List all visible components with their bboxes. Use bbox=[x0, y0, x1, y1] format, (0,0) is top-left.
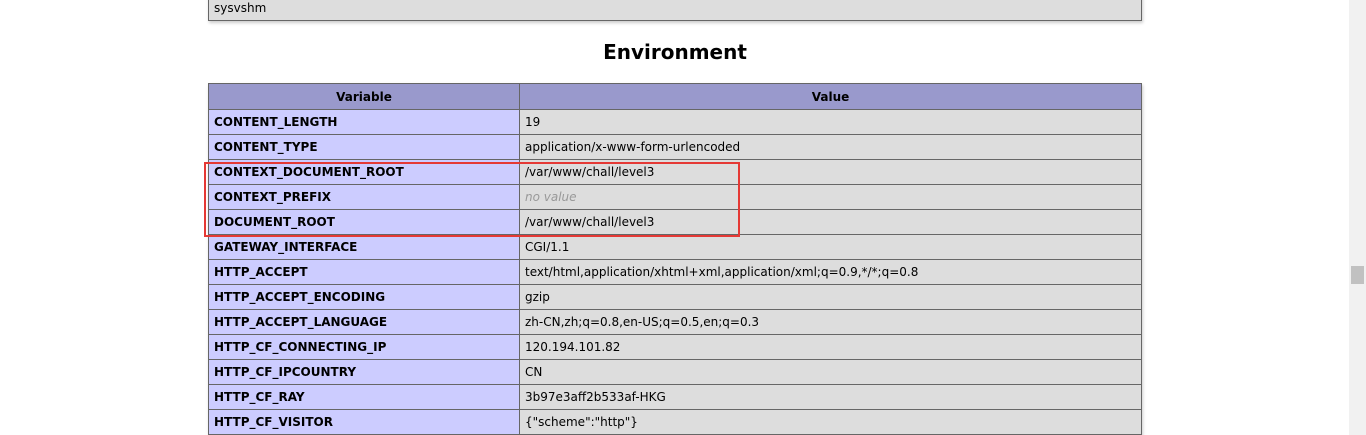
column-header-variable: Variable bbox=[208, 83, 520, 110]
table-row: CONTENT_TYPE application/x-www-form-urle… bbox=[208, 134, 1142, 160]
variable-name: HTTP_ACCEPT_LANGUAGE bbox=[208, 309, 520, 335]
variable-value: 19 bbox=[519, 109, 1142, 135]
section-title: Environment bbox=[603, 40, 747, 64]
table-row: DOCUMENT_ROOT /var/www/chall/level3 bbox=[208, 209, 1142, 235]
table-header-row: Variable Value bbox=[208, 83, 1142, 110]
variable-name: CONTEXT_PREFIX bbox=[208, 184, 520, 210]
table-row: CONTENT_LENGTH 19 bbox=[208, 109, 1142, 135]
table-row: HTTP_ACCEPT_LANGUAGE zh-CN,zh;q=0.8,en-U… bbox=[208, 309, 1142, 335]
variable-name: HTTP_CF_VISITOR bbox=[208, 409, 520, 435]
variable-value: CN bbox=[519, 359, 1142, 385]
variable-name: CONTENT_LENGTH bbox=[208, 109, 520, 135]
phpinfo-page: sysvshm Environment Variable Value CONTE… bbox=[0, 0, 1366, 435]
environment-table: Variable Value CONTENT_LENGTH 19 CONTENT… bbox=[208, 83, 1142, 435]
vertical-scrollbar[interactable] bbox=[1349, 0, 1366, 435]
variable-value: CGI/1.1 bbox=[519, 234, 1142, 260]
table-row: HTTP_ACCEPT text/html,application/xhtml+… bbox=[208, 259, 1142, 285]
scrollbar-thumb[interactable] bbox=[1351, 266, 1364, 284]
table-row: CONTEXT_DOCUMENT_ROOT /var/www/chall/lev… bbox=[208, 159, 1142, 185]
table-row: CONTEXT_PREFIX no value bbox=[208, 184, 1142, 210]
table-row: HTTP_CF_VISITOR {"scheme":"http"} bbox=[208, 409, 1142, 435]
variable-name: HTTP_CF_CONNECTING_IP bbox=[208, 334, 520, 360]
variable-value: /var/www/chall/level3 bbox=[519, 209, 1142, 235]
table-row: GATEWAY_INTERFACE CGI/1.1 bbox=[208, 234, 1142, 260]
variable-value: /var/www/chall/level3 bbox=[519, 159, 1142, 185]
variable-value: no value bbox=[519, 184, 1142, 210]
variable-value: 120.194.101.82 bbox=[519, 334, 1142, 360]
variable-value: {"scheme":"http"} bbox=[519, 409, 1142, 435]
variable-name: HTTP_CF_IPCOUNTRY bbox=[208, 359, 520, 385]
variable-value: 3b97e3aff2b533af-HKG bbox=[519, 384, 1142, 410]
column-header-value: Value bbox=[519, 83, 1142, 110]
variable-name: HTTP_CF_RAY bbox=[208, 384, 520, 410]
table-row: HTTP_CF_IPCOUNTRY CN bbox=[208, 359, 1142, 385]
variable-name: CONTENT_TYPE bbox=[208, 134, 520, 160]
variable-name: GATEWAY_INTERFACE bbox=[208, 234, 520, 260]
variable-value: gzip bbox=[519, 284, 1142, 310]
variable-value: application/x-www-form-urlencoded bbox=[519, 134, 1142, 160]
previous-section-row: sysvshm bbox=[208, 0, 1142, 21]
previous-section-value: sysvshm bbox=[214, 1, 267, 15]
variable-name: DOCUMENT_ROOT bbox=[208, 209, 520, 235]
variable-name: HTTP_ACCEPT bbox=[208, 259, 520, 285]
variable-value: zh-CN,zh;q=0.8,en-US;q=0.5,en;q=0.3 bbox=[519, 309, 1142, 335]
no-value-placeholder: no value bbox=[525, 190, 577, 204]
variable-name: HTTP_ACCEPT_ENCODING bbox=[208, 284, 520, 310]
variable-value: text/html,application/xhtml+xml,applicat… bbox=[519, 259, 1142, 285]
table-row: HTTP_ACCEPT_ENCODING gzip bbox=[208, 284, 1142, 310]
variable-name: CONTEXT_DOCUMENT_ROOT bbox=[208, 159, 520, 185]
table-row: HTTP_CF_RAY 3b97e3aff2b533af-HKG bbox=[208, 384, 1142, 410]
table-row: HTTP_CF_CONNECTING_IP 120.194.101.82 bbox=[208, 334, 1142, 360]
